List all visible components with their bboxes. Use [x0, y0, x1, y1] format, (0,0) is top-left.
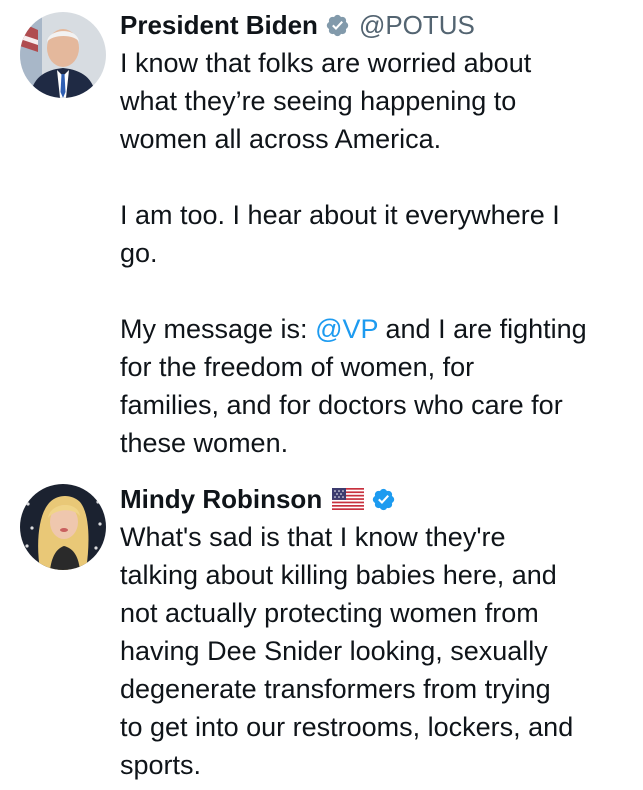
paragraph: What's sad is that I know they're talkin… — [120, 518, 635, 784]
text-line: I am too. I hear about it everywhere I — [120, 200, 560, 230]
author-handle[interactable]: @POTUS — [359, 10, 475, 41]
us-flag-icon — [332, 488, 365, 510]
paragraph: My message is: @VP and I are fighting fo… — [120, 310, 635, 462]
text-line: these women. — [120, 428, 289, 458]
text-line: sports. — [120, 750, 202, 780]
text-line: talking about killing babies here, and — [120, 560, 557, 590]
text-line: for the freedom of women, for — [120, 352, 475, 382]
text-line: having Dee Snider looking, sexually — [120, 636, 548, 666]
text-segment: My message is: — [120, 314, 316, 344]
text-line: go. — [120, 238, 158, 268]
blue-verified-badge-icon[interactable] — [371, 487, 396, 512]
tweet-text: I know that folks are worried about what… — [120, 44, 635, 462]
tweet-content: President Biden @POTUS I know that folks… — [120, 6, 635, 462]
paragraph: I am too. I hear about it everywhere I g… — [120, 196, 635, 272]
avatar-image — [20, 484, 106, 570]
text-line: women all across America. — [120, 124, 442, 154]
text-line: families, and for doctors who care for — [120, 390, 563, 420]
tweet-content: Mindy Robinson What's sad is that I know… — [120, 480, 635, 784]
text-line: to get into our restrooms, lockers, and — [120, 712, 574, 742]
mindy-robinson-avatar[interactable] — [20, 484, 106, 570]
author-name[interactable]: President Biden — [120, 10, 318, 41]
gray-verified-badge-icon[interactable] — [325, 13, 350, 38]
text-line: What's sad is that I know they're — [120, 522, 506, 552]
text-line: not actually protecting women from — [120, 598, 539, 628]
text-line: I know that folks are worried about — [120, 48, 532, 78]
mention-link[interactable]: @VP — [315, 314, 378, 344]
tweet-text: What's sad is that I know they're talkin… — [120, 518, 635, 784]
paragraph: I know that folks are worried about what… — [120, 44, 635, 158]
potus-avatar[interactable] — [20, 12, 106, 98]
author-name[interactable]: Mindy Robinson — [120, 484, 322, 515]
text-line: degenerate transformers from trying — [120, 674, 551, 704]
avatar-image — [20, 12, 106, 98]
text-line: what they’re seeing happening to — [120, 86, 517, 116]
tweet-header: Mindy Robinson — [120, 480, 635, 518]
text-segment: and I are fighting — [378, 314, 587, 344]
tweet-header: President Biden @POTUS — [120, 6, 635, 44]
